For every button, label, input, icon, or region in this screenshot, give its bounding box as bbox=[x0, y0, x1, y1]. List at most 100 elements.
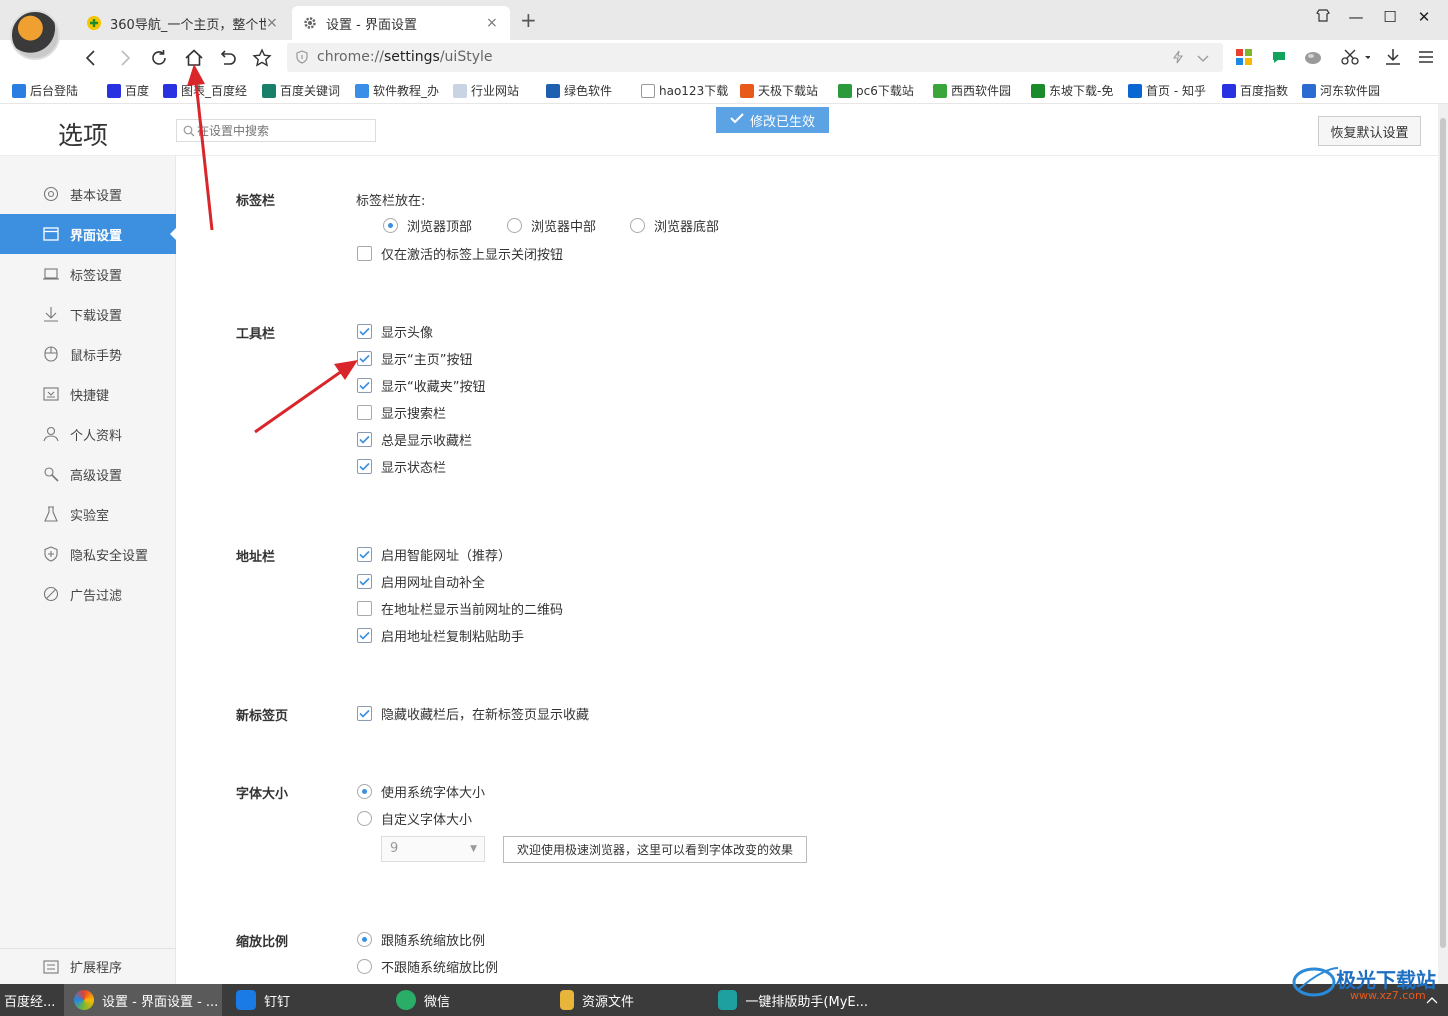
tab-close-icon[interactable]: × bbox=[266, 15, 280, 31]
app-grid-icon[interactable] bbox=[1234, 47, 1254, 67]
tab-settings[interactable]: 设置 - 界面设置 × bbox=[292, 6, 510, 40]
bookmark-item[interactable]: hao123下载 bbox=[641, 82, 728, 99]
avatar[interactable] bbox=[10, 10, 60, 60]
radio-button[interactable] bbox=[630, 218, 645, 233]
scissors-icon[interactable] bbox=[1338, 47, 1372, 67]
undo-close-icon[interactable] bbox=[216, 46, 240, 70]
tab-close-icon[interactable]: × bbox=[486, 15, 500, 31]
new-tab-button[interactable]: + bbox=[520, 8, 537, 32]
show-favorites-button-checkbox[interactable]: 显示“收藏夹”按钮 bbox=[357, 376, 485, 395]
lightning-icon[interactable] bbox=[1172, 50, 1184, 68]
sidebar-item-basic[interactable]: 基本设置 bbox=[0, 174, 176, 214]
tabbar-middle-radio[interactable]: 浏览器中部 bbox=[507, 216, 596, 235]
checkbox[interactable] bbox=[357, 351, 372, 366]
no-follow-system-zoom-radio[interactable]: 不跟随系统缩放比例 bbox=[357, 957, 498, 976]
tray-chevron-icon[interactable] bbox=[1416, 984, 1448, 1016]
settings-search[interactable] bbox=[176, 119, 376, 142]
bookmark-item[interactable]: 百度关键词 bbox=[262, 82, 340, 99]
checkbox[interactable] bbox=[357, 601, 372, 616]
paste-helper-checkbox[interactable]: 启用地址栏复制粘贴助手 bbox=[357, 626, 524, 645]
chat-extension-icon[interactable] bbox=[1269, 47, 1289, 67]
sidebar-item-extensions[interactable]: 扩展程序 bbox=[0, 948, 176, 984]
minimize-button[interactable]: — bbox=[1344, 8, 1368, 26]
vertical-scrollbar[interactable] bbox=[1438, 104, 1448, 984]
scrollbar-thumb[interactable] bbox=[1440, 118, 1446, 948]
forward-button[interactable] bbox=[113, 46, 137, 70]
taskbar-item-wechat[interactable]: 微信 bbox=[386, 984, 536, 1016]
radio-button[interactable] bbox=[357, 811, 372, 826]
favorites-star-icon[interactable] bbox=[250, 46, 274, 70]
radio-button[interactable] bbox=[357, 932, 372, 947]
tabbar-top-radio[interactable]: 浏览器顶部 bbox=[383, 216, 472, 235]
qrcode-checkbox[interactable]: 在地址栏显示当前网址的二维码 bbox=[357, 599, 563, 618]
sidebar-item-advanced[interactable]: 高级设置 bbox=[0, 454, 176, 494]
url-text[interactable]: chrome://settings/uiStyle bbox=[317, 49, 493, 65]
download-icon[interactable] bbox=[1383, 47, 1403, 67]
checkbox[interactable] bbox=[357, 405, 372, 420]
radio-button[interactable] bbox=[357, 959, 372, 974]
close-window-button[interactable]: ✕ bbox=[1412, 8, 1436, 26]
bookmark-item[interactable]: 百度 bbox=[107, 82, 149, 99]
taskbar-item-folder[interactable]: 资源文件 bbox=[550, 984, 700, 1016]
sidebar-item-profile[interactable]: 个人资料 bbox=[0, 414, 176, 454]
show-home-button-checkbox[interactable]: 显示“主页”按钮 bbox=[357, 349, 472, 368]
sidebar-item-shortcuts[interactable]: 快捷键 bbox=[0, 374, 176, 414]
radio-button[interactable] bbox=[383, 218, 398, 233]
bookmark-item[interactable]: 绿色软件 bbox=[546, 82, 612, 99]
tab-360-nav[interactable]: 360导航_一个主页，整个世界 × bbox=[76, 6, 290, 40]
taskbar-item-dingtalk[interactable]: 钉钉 bbox=[226, 984, 376, 1016]
sidebar-item-adblock[interactable]: 广告过滤 bbox=[0, 574, 176, 614]
checkbox[interactable] bbox=[357, 324, 372, 339]
taskbar-item-myeditor[interactable]: 一键排版助手(MyE... bbox=[708, 984, 868, 1016]
bookmark-item[interactable]: 首页 - 知乎 bbox=[1128, 82, 1206, 99]
url-autocomplete-checkbox[interactable]: 启用网址自动补全 bbox=[357, 572, 485, 591]
bookmark-item[interactable]: 后台登陆 bbox=[12, 82, 78, 99]
restore-defaults-button[interactable]: 恢复默认设置 bbox=[1318, 116, 1421, 146]
bookmark-item[interactable]: 西西软件园 bbox=[933, 82, 1011, 99]
show-statusbar-checkbox[interactable]: 显示状态栏 bbox=[357, 457, 446, 476]
checkbox[interactable] bbox=[357, 459, 372, 474]
checkbox[interactable] bbox=[357, 628, 372, 643]
tabbar-bottom-radio[interactable]: 浏览器底部 bbox=[630, 216, 719, 235]
home-icon[interactable] bbox=[182, 46, 206, 70]
checkbox[interactable] bbox=[357, 574, 372, 589]
skin-icon[interactable] bbox=[1311, 8, 1335, 26]
sidebar-item-privacy[interactable]: 隐私安全设置 bbox=[0, 534, 176, 574]
sidebar-item-download[interactable]: 下载设置 bbox=[0, 294, 176, 334]
checkbox[interactable] bbox=[357, 246, 372, 261]
checkbox[interactable] bbox=[357, 547, 372, 562]
follow-system-zoom-radio[interactable]: 跟随系统缩放比例 bbox=[357, 930, 485, 949]
chevron-down-icon[interactable] bbox=[1197, 52, 1209, 67]
reload-icon[interactable] bbox=[147, 46, 171, 70]
always-show-bookmarks-checkbox[interactable]: 总是显示收藏栏 bbox=[357, 430, 472, 449]
checkbox[interactable] bbox=[357, 378, 372, 393]
checkbox[interactable] bbox=[357, 432, 372, 447]
taskbar-item-browser[interactable]: 设置 - 界面设置 - ... bbox=[64, 984, 222, 1016]
taskbar-item[interactable]: 百度经... bbox=[0, 984, 62, 1016]
menu-icon[interactable] bbox=[1416, 47, 1436, 67]
address-bar[interactable]: chrome://settings/uiStyle bbox=[287, 43, 1223, 72]
bookmark-item[interactable]: 河东软件园 bbox=[1302, 82, 1380, 99]
bookmark-item[interactable]: 软件教程_办 bbox=[355, 82, 439, 99]
sidebar-item-tabs[interactable]: 标签设置 bbox=[0, 254, 176, 294]
system-font-radio[interactable]: 使用系统字体大小 bbox=[357, 782, 485, 801]
close-on-active-checkbox[interactable]: 仅在激活的标签上显示关闭按钮 bbox=[357, 244, 563, 263]
newtab-favorites-checkbox[interactable]: 隐藏收藏栏后，在新标签页显示收藏 bbox=[357, 704, 589, 723]
bookmark-item[interactable]: pc6下载站 bbox=[838, 82, 914, 99]
bookmark-item[interactable]: 东坡下载-免 bbox=[1031, 82, 1113, 99]
show-searchbar-checkbox[interactable]: 显示搜索栏 bbox=[357, 403, 446, 422]
extension-cloud-icon[interactable] bbox=[1303, 47, 1323, 67]
bookmark-item[interactable]: 百度指数 bbox=[1222, 82, 1288, 99]
bookmark-item[interactable]: 行业网站 bbox=[453, 82, 519, 99]
maximize-button[interactable]: ☐ bbox=[1378, 8, 1402, 26]
search-input[interactable] bbox=[197, 122, 367, 139]
custom-font-radio[interactable]: 自定义字体大小 bbox=[357, 809, 472, 828]
show-avatar-checkbox[interactable]: 显示头像 bbox=[357, 322, 433, 341]
radio-button[interactable] bbox=[507, 218, 522, 233]
back-button[interactable] bbox=[79, 46, 103, 70]
bookmark-item[interactable]: 天极下载站 bbox=[740, 82, 818, 99]
bookmark-item[interactable]: 图表_百度经 bbox=[163, 82, 247, 99]
font-size-select[interactable]: 9 ▼ bbox=[381, 836, 485, 862]
checkbox[interactable] bbox=[357, 706, 372, 721]
radio-button[interactable] bbox=[357, 784, 372, 799]
